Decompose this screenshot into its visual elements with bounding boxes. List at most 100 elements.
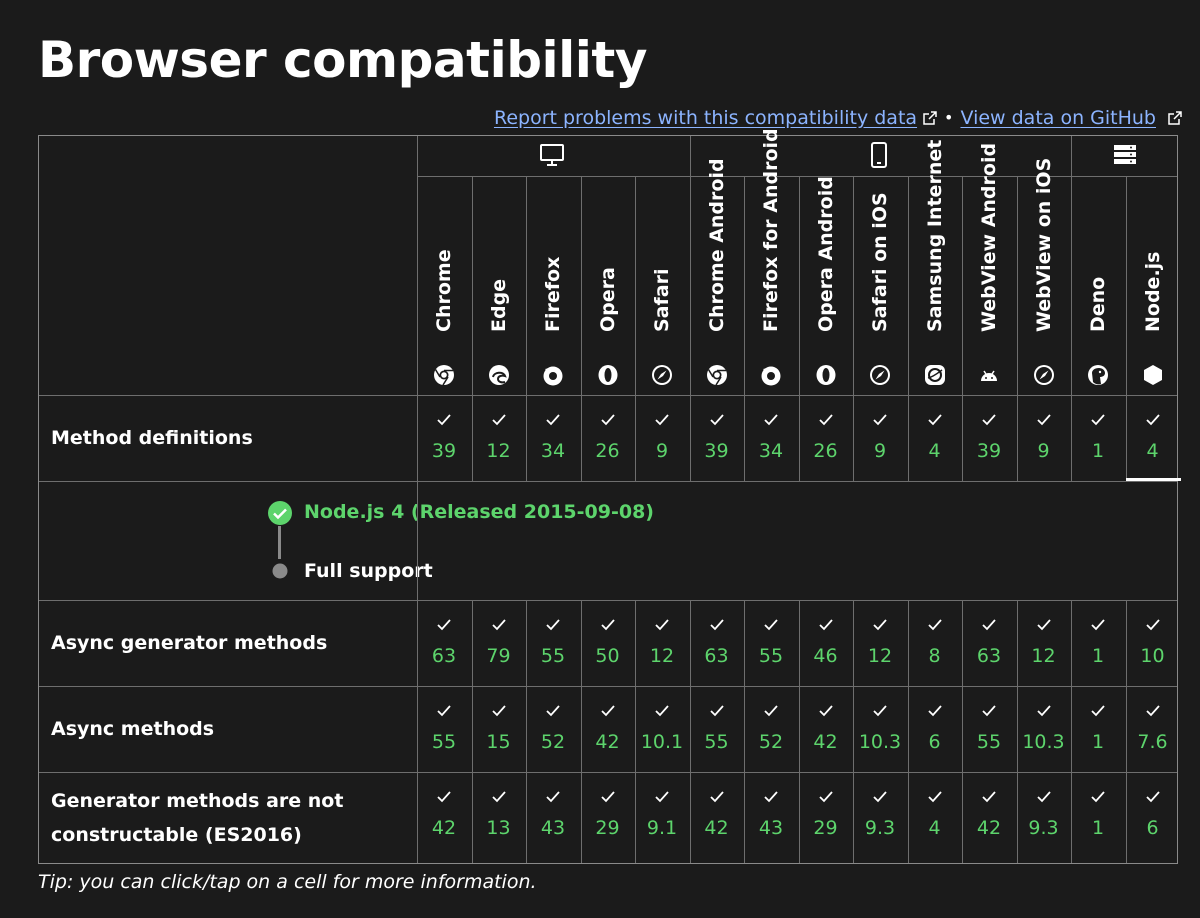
checkmark-icon — [764, 414, 778, 426]
support-cell[interactable]: 39 — [962, 413, 1016, 463]
support-cell[interactable]: 12 — [1017, 618, 1071, 668]
support-cell[interactable]: 26 — [799, 413, 853, 463]
checkmark-icon — [873, 705, 887, 717]
version-added: 63 — [976, 645, 1002, 667]
support-cell[interactable]: 29 — [799, 790, 853, 840]
row-divider — [39, 772, 1177, 773]
support-cell[interactable]: 55 — [962, 704, 1016, 754]
version-added: 9.3 — [1028, 817, 1059, 839]
support-cell[interactable]: 10.3 — [1017, 704, 1071, 754]
support-cell[interactable]: 7.6 — [1126, 704, 1180, 754]
support-cell[interactable]: 42 — [690, 790, 744, 840]
checkmark-icon — [982, 619, 996, 631]
support-cell[interactable]: 50 — [581, 618, 635, 668]
feature-name: Method definitions — [51, 427, 253, 449]
checkmark-icon — [1036, 705, 1051, 717]
support-cell[interactable]: 43 — [744, 790, 798, 840]
support-cell[interactable]: 46 — [799, 618, 853, 668]
support-cell[interactable]: 55 — [417, 704, 471, 754]
support-cell[interactable]: 42 — [581, 704, 635, 754]
edge-logo-icon — [488, 365, 509, 385]
browser-name: Chrome — [433, 249, 455, 332]
support-cell[interactable]: 63 — [417, 618, 471, 668]
support-cell[interactable]: 12 — [635, 618, 689, 668]
support-cell[interactable]: 1 — [1071, 704, 1125, 754]
checkmark-icon — [1036, 619, 1051, 631]
support-cell[interactable]: 55 — [526, 618, 580, 668]
checkmark-icon — [1145, 705, 1160, 717]
support-cell[interactable]: 34 — [526, 413, 580, 463]
support-cell[interactable]: 12 — [853, 618, 907, 668]
safari-logo-icon — [1033, 365, 1054, 385]
support-cell[interactable]: 8 — [908, 618, 962, 668]
report-problems-link[interactable]: Report problems with this compatibility … — [494, 106, 917, 130]
version-added: 50 — [595, 645, 620, 667]
support-cell[interactable]: 9 — [853, 413, 907, 463]
browser-header: Chrome — [417, 176, 471, 394]
support-cell[interactable]: 9.1 — [635, 790, 689, 840]
version-added: 7.6 — [1137, 731, 1168, 753]
checkmark-icon — [655, 705, 669, 717]
support-cell[interactable]: 52 — [744, 704, 798, 754]
browser-name: Firefox — [542, 256, 564, 332]
support-cell[interactable]: 6 — [1126, 790, 1180, 840]
checkmark-icon — [818, 791, 833, 803]
browser-header: Node.js — [1126, 176, 1180, 394]
support-cell[interactable]: 10.1 — [635, 704, 689, 754]
support-cell[interactable]: 43 — [526, 790, 580, 840]
browser-header: Firefox for Android — [744, 128, 798, 394]
checkmark-icon — [437, 414, 451, 426]
support-cell[interactable]: 39 — [417, 413, 471, 463]
support-cell[interactable]: 42 — [962, 790, 1016, 840]
support-cell[interactable]: 55 — [690, 704, 744, 754]
support-cell[interactable]: 4 — [908, 413, 962, 463]
support-cell[interactable]: 10.3 — [853, 704, 907, 754]
support-cell[interactable]: 9.3 — [853, 790, 907, 840]
checkmark-icon — [600, 705, 615, 717]
support-cell[interactable]: 42 — [799, 704, 853, 754]
support-cell[interactable]: 1 — [1071, 790, 1125, 840]
timeline-connector — [278, 526, 281, 559]
checkmark-icon — [546, 414, 560, 426]
checkmark-icon — [873, 414, 887, 426]
support-cell[interactable]: 4 — [1126, 413, 1180, 463]
support-cell[interactable]: 34 — [744, 413, 798, 463]
version-added: 63 — [431, 645, 457, 667]
version-added: 10 — [1140, 645, 1165, 667]
version-added: 12 — [1031, 645, 1056, 667]
checkmark-icon — [491, 791, 506, 803]
support-cell[interactable]: 12 — [472, 413, 526, 463]
support-cell[interactable]: 4 — [908, 790, 962, 840]
support-cell[interactable]: 6 — [908, 704, 962, 754]
support-cell[interactable]: 9.3 — [1017, 790, 1071, 840]
version-added: 6 — [928, 731, 941, 753]
browser-name: Node.js — [1141, 251, 1164, 332]
support-cell[interactable]: 39 — [690, 413, 744, 463]
support-cell[interactable]: 1 — [1071, 413, 1125, 463]
support-cell[interactable]: 63 — [690, 618, 744, 668]
support-cell[interactable]: 29 — [581, 790, 635, 840]
support-cell[interactable]: 9 — [635, 413, 689, 463]
checkmark-icon — [600, 414, 615, 426]
support-cell[interactable]: 1 — [1071, 618, 1125, 668]
support-cell[interactable]: 42 — [417, 790, 471, 840]
version-added: 15 — [486, 731, 511, 753]
support-cell[interactable]: 13 — [472, 790, 526, 840]
support-cell[interactable]: 55 — [744, 618, 798, 668]
version-added: 34 — [540, 440, 566, 462]
support-cell[interactable]: 9 — [1017, 413, 1071, 463]
checkmark-icon — [1145, 791, 1160, 803]
status-dot-icon — [272, 563, 288, 579]
browser-name: Opera Android — [814, 176, 837, 332]
version-added: 46 — [813, 645, 838, 667]
support-cell[interactable]: 63 — [962, 618, 1016, 668]
version-added: 9 — [1037, 440, 1050, 462]
view-on-github-link[interactable]: View data on GitHub — [960, 106, 1156, 130]
version-added: 29 — [813, 817, 838, 839]
support-cell[interactable]: 15 — [472, 704, 526, 754]
support-cell[interactable]: 52 — [526, 704, 580, 754]
checkmark-icon — [1091, 791, 1105, 803]
support-cell[interactable]: 10 — [1126, 618, 1180, 668]
support-cell[interactable]: 79 — [472, 618, 526, 668]
support-cell[interactable]: 26 — [581, 413, 635, 463]
